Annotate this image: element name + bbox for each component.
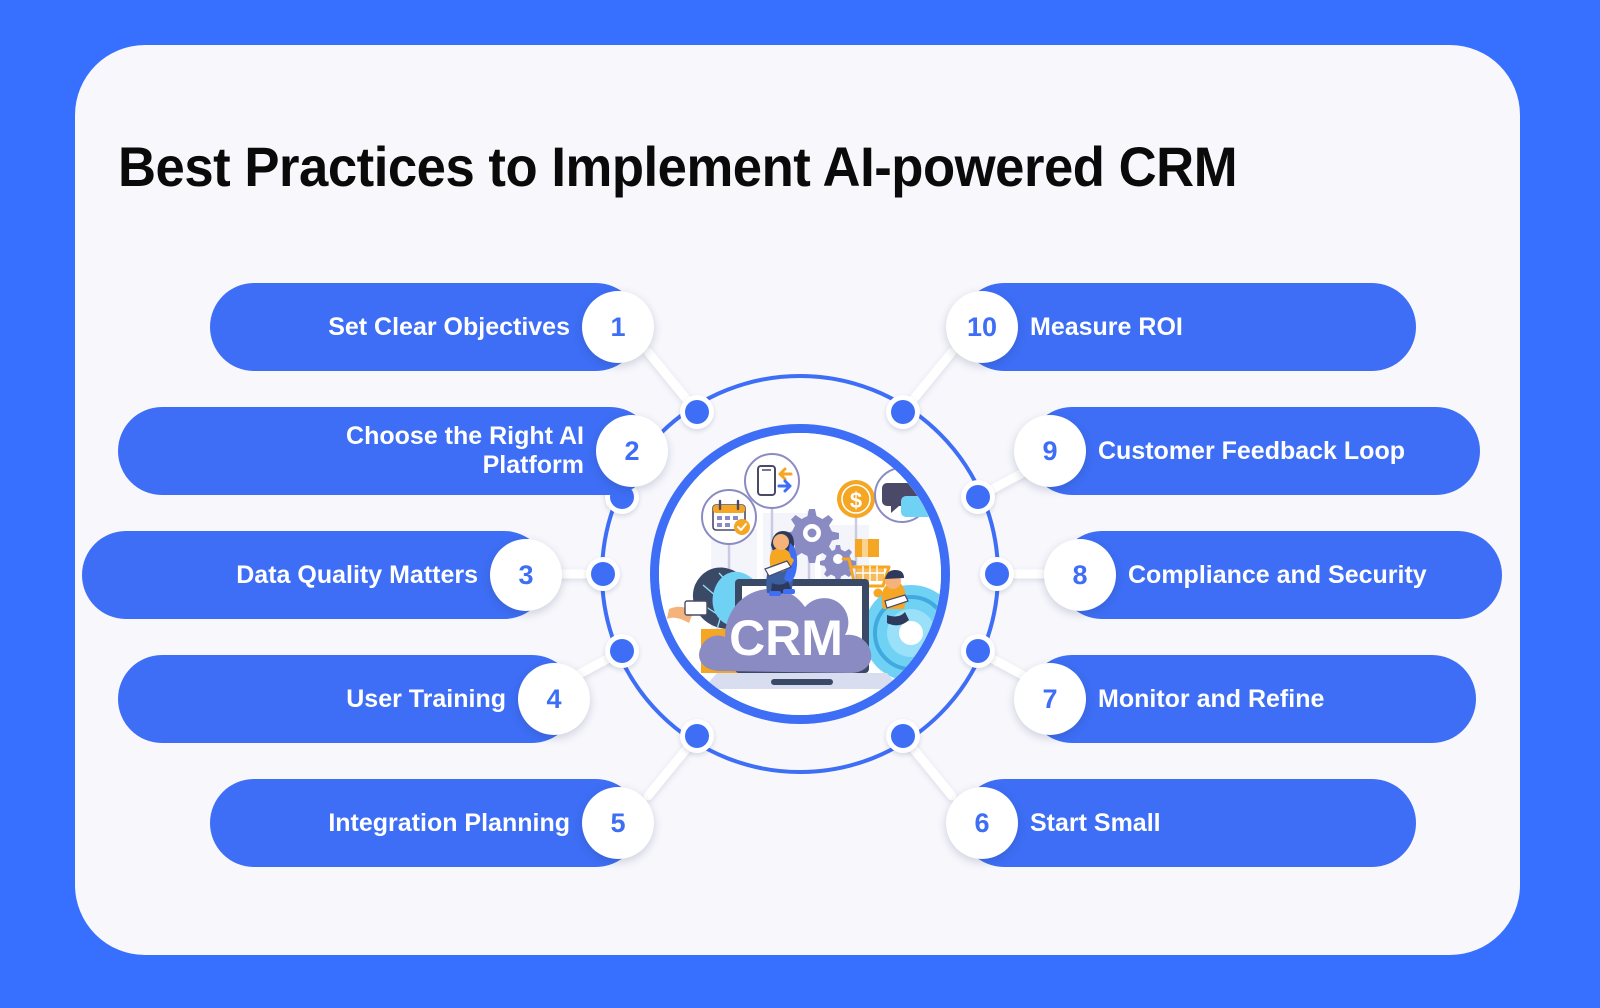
item-badge-5[interactable]: 5 [582, 787, 654, 859]
item-pill-10[interactable]: Measure ROI [960, 283, 1416, 371]
item-pill-6[interactable]: Start Small [960, 779, 1416, 867]
item-pill-5[interactable]: Integration Planning [210, 779, 640, 867]
item-row-3[interactable]: Data Quality Matters 3 [68, 531, 562, 619]
item-pill-7[interactable]: Monitor and Refine [1028, 655, 1476, 743]
crm-cloud-label: CRM [729, 610, 843, 666]
item-row-5[interactable]: Integration Planning 5 [196, 779, 654, 867]
item-badge-6[interactable]: 6 [946, 787, 1018, 859]
orbit-dot-7 [961, 634, 995, 668]
item-badge-8[interactable]: 8 [1044, 539, 1116, 611]
item-row-7[interactable]: Monitor and Refine 7 [1014, 655, 1476, 743]
item-pill-2[interactable]: Choose the Right AI Platform [118, 407, 654, 495]
infographic-stage: Best Practices to Implement AI-powered C… [0, 0, 1600, 1008]
orbit-dot-1 [680, 395, 714, 429]
item-pill-9[interactable]: Customer Feedback Loop [1028, 407, 1480, 495]
mobile-transfer-icon [744, 453, 800, 509]
item-row-4[interactable]: User Training 4 [104, 655, 590, 743]
dollar-coin-icon: $ [837, 480, 875, 518]
item-pill-4[interactable]: User Training [118, 655, 576, 743]
item-badge-7[interactable]: 7 [1014, 663, 1086, 735]
item-pill-1[interactable]: Set Clear Objectives [210, 283, 640, 371]
item-badge-2[interactable]: 2 [596, 415, 668, 487]
item-badge-9[interactable]: 9 [1014, 415, 1086, 487]
item-badge-4[interactable]: 4 [518, 663, 590, 735]
item-row-10[interactable]: Measure ROI 10 [946, 283, 1416, 371]
orbit-dot-4 [605, 634, 639, 668]
item-row-1[interactable]: Set Clear Objectives 1 [196, 283, 654, 371]
orbit-dot-5 [680, 719, 714, 753]
orbit-dot-10 [886, 395, 920, 429]
orbit-dot-6 [886, 719, 920, 753]
svg-text:$: $ [850, 488, 862, 513]
calendar-check-icon [701, 489, 757, 545]
item-badge-3[interactable]: 3 [490, 539, 562, 611]
item-row-2[interactable]: Choose the Right AI Platform 2 [104, 407, 668, 495]
item-badge-10[interactable]: 10 [946, 291, 1018, 363]
item-pill-8[interactable]: Compliance and Security [1058, 531, 1502, 619]
item-row-8[interactable]: Compliance and Security 8 [1044, 531, 1502, 619]
page-title: Best Practices to Implement AI-powered C… [118, 135, 1238, 198]
crm-illustration: $ CRM [659, 433, 941, 715]
orbit-dot-8 [980, 557, 1014, 591]
item-row-9[interactable]: Customer Feedback Loop 9 [1014, 407, 1480, 495]
orbit-dot-9 [961, 480, 995, 514]
crm-illustration-hub: $ CRM [650, 424, 950, 724]
item-row-6[interactable]: Start Small 6 [946, 779, 1416, 867]
item-pill-3[interactable]: Data Quality Matters [82, 531, 548, 619]
orbit-dot-3 [586, 557, 620, 591]
item-badge-1[interactable]: 1 [582, 291, 654, 363]
